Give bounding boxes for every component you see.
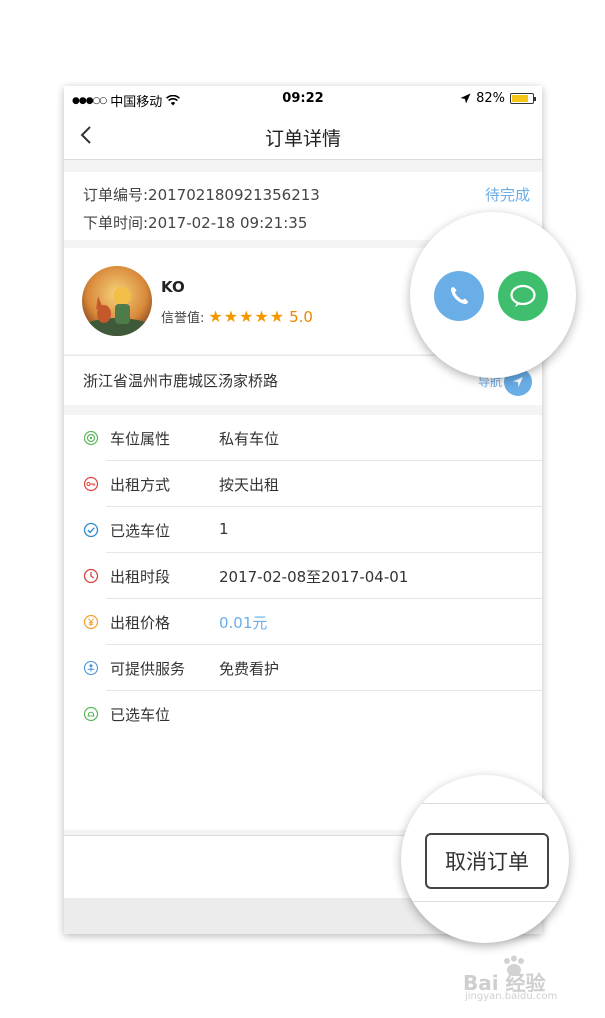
parking-icon (83, 706, 99, 722)
status-right: 82% (460, 91, 536, 106)
status-bar: ●●●○○ 中国移动 09:22 82% (64, 86, 542, 112)
detail-label: 出租方式 (110, 476, 171, 494)
location-arrow-icon (460, 93, 471, 104)
detail-label: 出租价格 (110, 614, 171, 632)
user-name: KO (161, 278, 185, 296)
target-icon (83, 430, 99, 446)
battery-icon (510, 93, 536, 104)
detail-row: 出租价格 0.01元 (64, 599, 542, 645)
navigation-arrow-icon (513, 377, 523, 387)
star-rating-icon: ★★★★★ (208, 307, 286, 326)
detail-value: 2017-02-08至2017-04-01 (219, 568, 409, 586)
call-button[interactable] (434, 271, 484, 321)
credit-rating: 信誉值: ★★★★★ 5.0 (161, 307, 313, 326)
detail-label: 可提供服务 (110, 660, 186, 678)
magnifier-contact-actions (410, 212, 576, 378)
detail-value: 私有车位 (219, 430, 280, 448)
magnifier-cancel: 取消订单 (401, 775, 569, 943)
nav-bar: 订单详情 (64, 112, 542, 160)
price-value: 0.01元 (219, 614, 268, 632)
avatar-image (82, 266, 152, 336)
message-icon (510, 284, 536, 307)
divider (401, 901, 569, 902)
address-text: 浙江省温州市鹿城区汤家桥路 (83, 372, 279, 390)
phone-icon (450, 287, 468, 305)
divider (401, 803, 569, 804)
detail-row: 已选车位 1 (64, 507, 542, 553)
battery-percent: 82% (476, 91, 505, 106)
battery-level (512, 95, 529, 102)
detail-row: 已选车位 (64, 691, 542, 737)
detail-row: 出租方式 按天出租 (64, 461, 542, 507)
page-title: 订单详情 (264, 128, 341, 150)
message-button[interactable] (498, 271, 548, 321)
service-icon (83, 660, 99, 676)
credit-score: 5.0 (289, 307, 313, 326)
detail-label: 出租时段 (110, 568, 171, 586)
order-time: 下单时间:2017-02-18 09:21:35 (83, 214, 308, 232)
detail-label: 已选车位 (110, 522, 171, 540)
avatar[interactable] (82, 266, 152, 336)
detail-label: 车位属性 (110, 430, 171, 448)
yen-icon (83, 614, 99, 630)
check-circle-icon (83, 522, 99, 538)
credit-label: 信誉值: (161, 311, 205, 326)
watermark-url: jingyan.baidu.com (465, 991, 558, 1002)
detail-label: 已选车位 (110, 706, 171, 724)
detail-value: 1 (219, 520, 229, 538)
detail-row: 出租时段 2017-02-08至2017-04-01 (64, 553, 542, 599)
clock-icon (83, 568, 99, 584)
order-status-badge: 待完成 (484, 186, 530, 204)
key-icon (83, 476, 99, 492)
detail-value: 免费看护 (219, 660, 280, 678)
detail-value: 按天出租 (219, 476, 280, 494)
detail-row: 车位属性 私有车位 (64, 415, 542, 461)
order-number: 订单编号:201702180921356213 (83, 186, 320, 204)
details-list: 车位属性 私有车位 出租方式 按天出租 已选车位 1 出租时段 2017-02-… (64, 415, 542, 830)
watermark-logo: Bai 经验 jingyan.baidu.com (463, 955, 583, 1003)
cancel-order-button[interactable]: 取消订单 (425, 833, 549, 889)
detail-row: 可提供服务 免费看护 (64, 645, 542, 691)
